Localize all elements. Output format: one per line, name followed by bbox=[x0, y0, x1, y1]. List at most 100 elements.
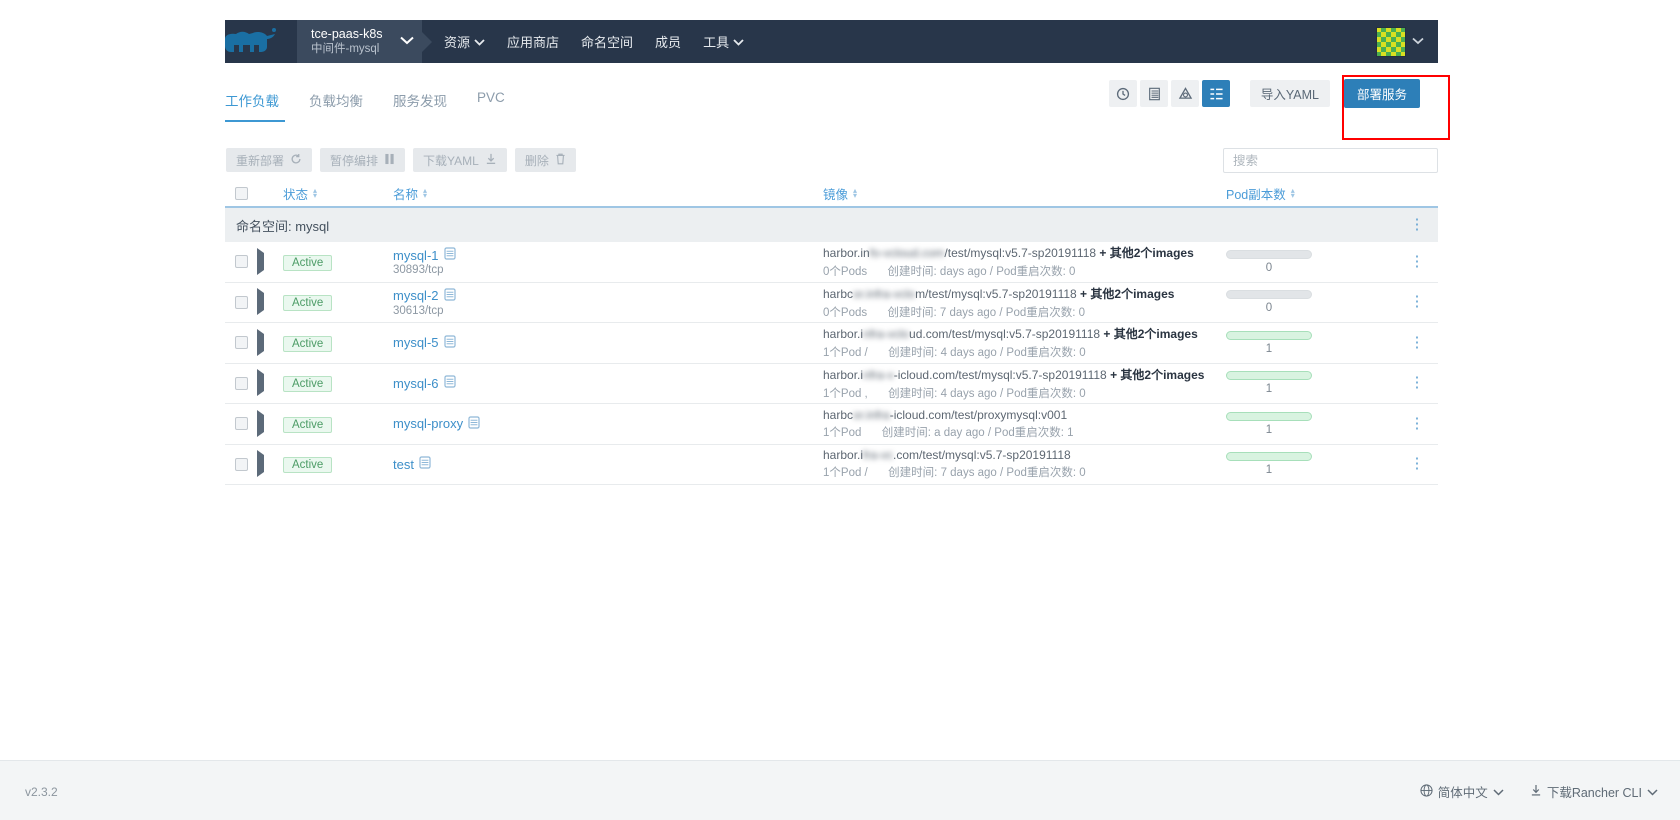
row-expand-cell[interactable] bbox=[257, 247, 283, 275]
kebab-menu-icon[interactable]: ⋮ bbox=[1410, 456, 1425, 471]
row-checkbox[interactable] bbox=[234, 417, 248, 431]
created-value: 4 days ago bbox=[940, 347, 997, 360]
row-checkbox[interactable] bbox=[234, 295, 248, 309]
download-yaml-button[interactable]: 下载YAML bbox=[413, 148, 507, 172]
kebab-menu-icon[interactable]: ⋮ bbox=[1410, 254, 1425, 269]
row-select-cell[interactable] bbox=[225, 457, 257, 471]
tab-service-discovery[interactable]: 服务发现 bbox=[393, 85, 463, 122]
sort-icon[interactable]: ▴ ▾ bbox=[313, 187, 317, 200]
list-lines-icon[interactable] bbox=[1140, 80, 1168, 107]
sort-icon[interactable]: ▴ ▾ bbox=[423, 187, 427, 200]
row-select-cell[interactable] bbox=[225, 295, 257, 309]
pause-orchestration-button[interactable]: 暂停编排 bbox=[320, 148, 406, 172]
workload-link[interactable]: mysql-1 bbox=[393, 247, 823, 263]
kebab-menu-icon[interactable]: ⋮ bbox=[1410, 375, 1425, 390]
row-checkbox[interactable] bbox=[234, 376, 248, 390]
search-input[interactable] bbox=[1224, 149, 1437, 172]
nav-item-namespaces[interactable]: 命名空间 bbox=[581, 32, 633, 51]
table-row[interactable]: Active test harbor.ifra-vc.com/test/mysql:… bbox=[225, 444, 1438, 485]
nav-item-resources[interactable]: 资源 bbox=[444, 32, 485, 51]
table-row[interactable]: Active mysql-1 30893/tcp harbor.info-vcloud… bbox=[225, 242, 1438, 283]
sort-icon[interactable]: ▴ ▾ bbox=[853, 187, 857, 200]
column-header-state[interactable]: 状态 ▴ ▾ bbox=[283, 184, 393, 203]
row-name-cell: mysql-proxy bbox=[393, 416, 823, 432]
column-header-name[interactable]: 名称 ▴ ▾ bbox=[393, 184, 823, 203]
tab-pvc[interactable]: PVC bbox=[477, 85, 521, 122]
row-menu-cell[interactable]: ⋮ bbox=[1396, 254, 1438, 269]
workload-link[interactable]: test bbox=[393, 456, 823, 472]
group-row-menu-cell[interactable]: ⋮ bbox=[1396, 217, 1438, 232]
row-menu-cell[interactable]: ⋮ bbox=[1396, 416, 1438, 431]
table-row[interactable]: Active mysql-6 harbor.infra-v-icloud.com/t… bbox=[225, 363, 1438, 404]
row-menu-cell[interactable]: ⋮ bbox=[1396, 335, 1438, 350]
pod-count-text: 1个Pod bbox=[823, 426, 862, 439]
tab-load-balancing[interactable]: 负载均衡 bbox=[309, 85, 379, 122]
row-menu-cell[interactable]: ⋮ bbox=[1396, 456, 1438, 471]
row-menu-cell[interactable]: ⋮ bbox=[1396, 294, 1438, 309]
row-name-cell: mysql-5 bbox=[393, 335, 823, 351]
language-label: 简体中文 bbox=[1437, 786, 1488, 800]
nav-item-tools[interactable]: 工具 bbox=[703, 32, 744, 51]
app-logo[interactable] bbox=[220, 22, 282, 62]
language-selector[interactable]: 简体中文 bbox=[1420, 782, 1504, 801]
kebab-menu-icon[interactable]: ⋮ bbox=[1410, 416, 1425, 431]
search-input-wrapper[interactable] bbox=[1223, 148, 1438, 173]
select-all-checkbox[interactable] bbox=[234, 186, 248, 200]
row-checkbox[interactable] bbox=[234, 336, 248, 350]
row-expand-cell[interactable] bbox=[257, 328, 283, 356]
grouped-list-icon[interactable] bbox=[1202, 80, 1230, 107]
workload-link[interactable]: mysql-5 bbox=[393, 335, 823, 351]
chevron-down-icon[interactable] bbox=[1412, 36, 1424, 48]
tab-workloads[interactable]: 工作负载 bbox=[225, 85, 285, 122]
column-header-pod-replicas[interactable]: Pod副本数 ▴ ▾ bbox=[1226, 184, 1396, 203]
caret-right-icon[interactable] bbox=[257, 328, 264, 356]
workload-type-icon bbox=[443, 288, 456, 304]
row-expand-cell[interactable] bbox=[257, 409, 283, 437]
pod-replica-indicator: 1 bbox=[1226, 330, 1312, 355]
caret-right-icon[interactable] bbox=[257, 247, 264, 275]
caret-right-icon[interactable] bbox=[257, 369, 264, 397]
redeploy-button[interactable]: 重新部署 bbox=[226, 148, 313, 172]
row-select-cell[interactable] bbox=[225, 336, 257, 350]
nav-item-members[interactable]: 成员 bbox=[655, 32, 681, 51]
caret-right-icon[interactable] bbox=[257, 450, 264, 478]
kebab-menu-icon[interactable]: ⋮ bbox=[1410, 335, 1425, 350]
row-name-cell: mysql-1 30893/tcp bbox=[393, 247, 823, 276]
section-tabs: 工作负载 负载均衡 服务发现 PVC bbox=[225, 85, 535, 122]
table-row[interactable]: Active mysql-proxy harbcor.infra-icloud.co… bbox=[225, 404, 1438, 445]
clock-icon[interactable] bbox=[1109, 80, 1137, 107]
download-cli-link[interactable]: 下载Rancher CLI bbox=[1530, 782, 1658, 801]
row-menu-cell[interactable]: ⋮ bbox=[1396, 375, 1438, 390]
row-select-cell[interactable] bbox=[225, 376, 257, 390]
delete-button[interactable]: 删除 bbox=[514, 148, 576, 172]
row-select-cell[interactable] bbox=[225, 417, 257, 431]
deploy-service-button[interactable]: 部署服务 bbox=[1343, 79, 1420, 108]
download-yaml-label: 下载YAML bbox=[423, 153, 479, 168]
row-checkbox[interactable] bbox=[234, 255, 248, 269]
sort-icon[interactable]: ▴ ▾ bbox=[1291, 187, 1295, 200]
cloud-icon[interactable] bbox=[1171, 80, 1199, 107]
nav-item-app-store[interactable]: 应用商店 bbox=[507, 32, 559, 51]
row-expand-cell[interactable] bbox=[257, 369, 283, 397]
avatar[interactable] bbox=[1376, 26, 1406, 57]
table-row[interactable]: Active mysql-5 harbor.infra-vcloud.com/tes… bbox=[225, 323, 1438, 364]
chevron-down-icon[interactable] bbox=[400, 36, 414, 48]
caret-right-icon[interactable] bbox=[257, 288, 264, 316]
kebab-menu-icon[interactable]: ⋮ bbox=[1410, 294, 1425, 309]
workload-link[interactable]: mysql-6 bbox=[393, 375, 823, 391]
import-yaml-button[interactable]: 导入YAML bbox=[1249, 80, 1330, 107]
caret-right-icon[interactable] bbox=[257, 409, 264, 437]
table-row[interactable]: Active mysql-2 30613/tcp harbcor.infra-vclo… bbox=[225, 282, 1438, 323]
kebab-menu-icon[interactable]: ⋮ bbox=[1410, 217, 1425, 232]
row-expand-cell[interactable] bbox=[257, 450, 283, 478]
select-all-cell[interactable] bbox=[225, 186, 257, 200]
cluster-context-switcher[interactable]: tce-paas-k8s 中间件-mysql bbox=[297, 20, 432, 63]
workload-link[interactable]: mysql-2 bbox=[393, 288, 823, 304]
namespace-group-row: 命名空间: mysql ⋮ bbox=[225, 206, 1438, 242]
status-badge: Active bbox=[283, 295, 333, 312]
workload-link[interactable]: mysql-proxy bbox=[393, 416, 823, 432]
column-header-image[interactable]: 镜像 ▴ ▾ bbox=[823, 184, 1226, 203]
row-checkbox[interactable] bbox=[234, 457, 248, 471]
row-expand-cell[interactable] bbox=[257, 288, 283, 316]
row-select-cell[interactable] bbox=[225, 255, 257, 269]
